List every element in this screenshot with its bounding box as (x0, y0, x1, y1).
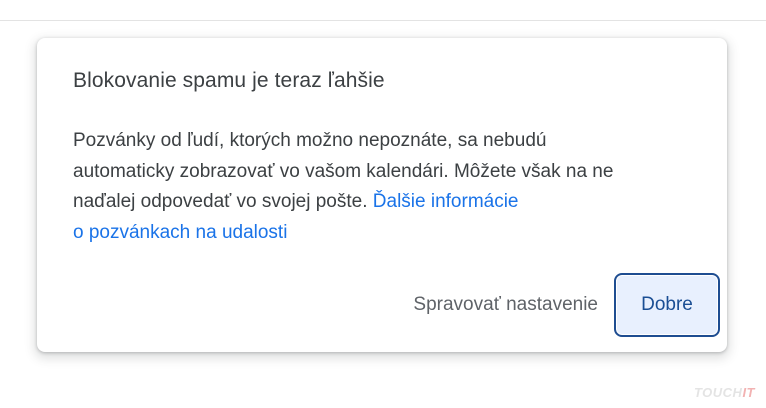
dialog-title: Blokovanie spamu je teraz ľahšie (73, 69, 385, 92)
touchit-watermark-logo: TOUCHIT (694, 385, 755, 400)
learn-more-link-part-1[interactable]: Ďalšie informácie (373, 191, 519, 212)
ok-button[interactable]: Dobre (614, 273, 720, 337)
top-divider (0, 20, 766, 21)
body-line-3-text: naďalej odpovedať vo svojej pošte. (73, 191, 373, 212)
learn-more-link-part-2[interactable]: o pozvánkach na udalosti (73, 222, 287, 243)
manage-settings-button[interactable]: Spravovať nastavenie (401, 274, 610, 336)
dialog-actions: Spravovať nastavenie Dobre (401, 273, 720, 337)
spam-info-dialog: Blokovanie spamu je teraz ľahšie Pozvánk… (37, 38, 727, 352)
dialog-body: Pozvánky od ľudí, ktorých možno nepoznát… (73, 126, 703, 248)
watermark-accent: IT (742, 385, 755, 400)
body-line-3: naďalej odpovedať vo svojej pošte. Ďalši… (73, 187, 703, 218)
body-line-4: o pozvánkach na udalosti (73, 218, 703, 249)
body-line-1: Pozvánky od ľudí, ktorých možno nepoznát… (73, 130, 547, 151)
watermark-main: TOUCH (693, 385, 743, 400)
body-line-2: automaticky zobrazovať vo vašom kalendár… (73, 160, 614, 182)
